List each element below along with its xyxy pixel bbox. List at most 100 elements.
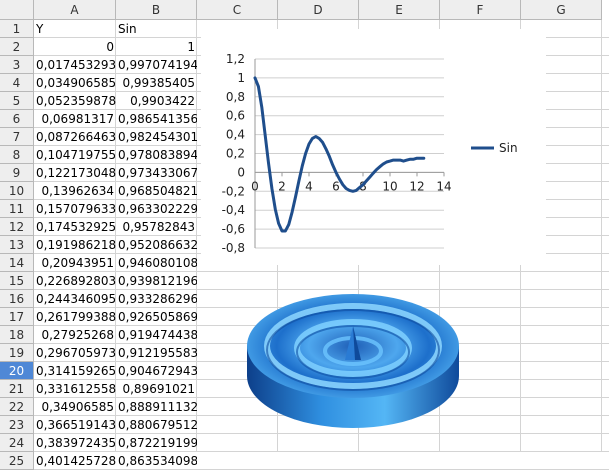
cell-a4[interactable]: 0,034906585 bbox=[34, 74, 116, 92]
y-tick-label: -0,4 bbox=[222, 203, 245, 217]
cell-a20[interactable]: 0,314159265 bbox=[34, 362, 116, 380]
column-header-e[interactable]: E bbox=[359, 0, 440, 20]
column-header-b[interactable]: B bbox=[116, 0, 197, 20]
cell-b8[interactable]: 0,978083894 bbox=[116, 146, 197, 164]
cell-a3[interactable]: 0,017453293 bbox=[34, 56, 116, 74]
row-header-10[interactable]: 10 bbox=[0, 182, 34, 200]
cell-a21[interactable]: 0,331612558 bbox=[34, 380, 116, 398]
cell-b10[interactable]: 0,968504821 bbox=[116, 182, 197, 200]
row-header-21[interactable]: 21 bbox=[0, 380, 34, 398]
cell-a1[interactable]: Y bbox=[34, 20, 116, 38]
cell-a7[interactable]: 0,087266463 bbox=[34, 128, 116, 146]
cell-b4[interactable]: 0,99385405 bbox=[116, 74, 197, 92]
cell-a10[interactable]: 0,13962634 bbox=[34, 182, 116, 200]
select-all-corner[interactable] bbox=[0, 0, 34, 20]
row-header-13[interactable]: 13 bbox=[0, 236, 34, 254]
cell-b12[interactable]: 0,95782843 bbox=[116, 218, 197, 236]
y-tick-label: 0 bbox=[237, 165, 245, 179]
row-header-9[interactable]: 9 bbox=[0, 164, 34, 182]
cell-b5[interactable]: 0,9903422 bbox=[116, 92, 197, 110]
column-header-a[interactable]: A bbox=[34, 0, 116, 20]
y-tick-label: 1,2 bbox=[226, 52, 245, 66]
cell-b17[interactable]: 0,926505869 bbox=[116, 308, 197, 326]
cell-b9[interactable]: 0,973433067 bbox=[116, 164, 197, 182]
y-tick-label: 0,6 bbox=[226, 109, 245, 123]
cell-a6[interactable]: 0,06981317 bbox=[34, 110, 116, 128]
row-header-5[interactable]: 5 bbox=[0, 92, 34, 110]
cell-a18[interactable]: 0,27925268 bbox=[34, 326, 116, 344]
cell-a13[interactable]: 0,191986218 bbox=[34, 236, 116, 254]
x-tick-label: 10 bbox=[382, 179, 397, 193]
y-tick-label: -0,6 bbox=[222, 222, 245, 236]
cell-b6[interactable]: 0,986541356 bbox=[116, 110, 197, 128]
surface-image[interactable] bbox=[243, 284, 463, 434]
cell-a15[interactable]: 0,226892803 bbox=[34, 272, 116, 290]
cell-a9[interactable]: 0,122173048 bbox=[34, 164, 116, 182]
column-header-g[interactable]: G bbox=[521, 0, 602, 20]
row-header-19[interactable]: 19 bbox=[0, 344, 34, 362]
y-tick-label: -0,2 bbox=[222, 184, 245, 198]
row-header-8[interactable]: 8 bbox=[0, 146, 34, 164]
row-header-2[interactable]: 2 bbox=[0, 38, 34, 56]
cell-a5[interactable]: 0,052359878 bbox=[34, 92, 116, 110]
cell-a12[interactable]: 0,174532925 bbox=[34, 218, 116, 236]
cell-b15[interactable]: 0,939812196 bbox=[116, 272, 197, 290]
row-header-11[interactable]: 11 bbox=[0, 200, 34, 218]
cell-b25[interactable]: 0,863534098 bbox=[116, 452, 197, 470]
x-tick-label: 14 bbox=[436, 179, 451, 193]
cell-a2[interactable]: 0 bbox=[34, 38, 116, 56]
cell-b16[interactable]: 0,933286296 bbox=[116, 290, 197, 308]
cell-b3[interactable]: 0,997074194 bbox=[116, 56, 197, 74]
row-header-3[interactable]: 3 bbox=[0, 56, 34, 74]
cell-b2[interactable]: 1 bbox=[116, 38, 197, 56]
y-tick-label: 0,2 bbox=[226, 147, 245, 161]
row-header-6[interactable]: 6 bbox=[0, 110, 34, 128]
cell-b23[interactable]: 0,880679512 bbox=[116, 416, 197, 434]
column-header-c[interactable]: C bbox=[197, 0, 278, 20]
y-tick-label: 1 bbox=[237, 71, 245, 85]
cell-a14[interactable]: 0,20943951 bbox=[34, 254, 116, 272]
cell-b13[interactable]: 0,952086632 bbox=[116, 236, 197, 254]
cell-a23[interactable]: 0,366519143 bbox=[34, 416, 116, 434]
cell-a8[interactable]: 0,104719755 bbox=[34, 146, 116, 164]
cell-b19[interactable]: 0,912195583 bbox=[116, 344, 197, 362]
row-header-17[interactable]: 17 bbox=[0, 308, 34, 326]
cell-b18[interactable]: 0,919474438 bbox=[116, 326, 197, 344]
cell-b14[interactable]: 0,946080108 bbox=[116, 254, 197, 272]
series-line-sin bbox=[253, 76, 426, 233]
cell-b7[interactable]: 0,982454301 bbox=[116, 128, 197, 146]
row-header-18[interactable]: 18 bbox=[0, 326, 34, 344]
cell-a17[interactable]: 0,261799388 bbox=[34, 308, 116, 326]
column-header-f[interactable]: F bbox=[440, 0, 521, 20]
cell-b21[interactable]: 0,89691021 bbox=[116, 380, 197, 398]
column-header-d[interactable]: D bbox=[278, 0, 359, 20]
cell-a22[interactable]: 0,34906585 bbox=[34, 398, 116, 416]
x-tick-label: 4 bbox=[305, 179, 313, 193]
row-header-25[interactable]: 25 bbox=[0, 452, 34, 470]
row-header-15[interactable]: 15 bbox=[0, 272, 34, 290]
row-header-16[interactable]: 16 bbox=[0, 290, 34, 308]
cell-a24[interactable]: 0,383972435 bbox=[34, 434, 116, 452]
row-header-7[interactable]: 7 bbox=[0, 128, 34, 146]
cell-a25[interactable]: 0,401425728 bbox=[34, 452, 116, 470]
cell-b11[interactable]: 0,963302229 bbox=[116, 200, 197, 218]
x-tick-label: 12 bbox=[409, 179, 424, 193]
row-header-12[interactable]: 12 bbox=[0, 218, 34, 236]
row-header-14[interactable]: 14 bbox=[0, 254, 34, 272]
cell-b22[interactable]: 0,888911132 bbox=[116, 398, 197, 416]
cell-a11[interactable]: 0,157079633 bbox=[34, 200, 116, 218]
y-tick-label: -0,8 bbox=[222, 241, 245, 255]
cell-b1[interactable]: Sin bbox=[116, 20, 197, 38]
cell-b20[interactable]: 0,904672943 bbox=[116, 362, 197, 380]
row-header-4[interactable]: 4 bbox=[0, 74, 34, 92]
sin-line-chart[interactable]: 1,210,80,60,40,20-0,2-0,4-0,6-0,80 2 4 6 8 10… bbox=[201, 29, 546, 265]
cell-b24[interactable]: 0,872219199 bbox=[116, 434, 197, 452]
y-tick-label: 0,8 bbox=[226, 90, 245, 104]
row-header-24[interactable]: 24 bbox=[0, 434, 34, 452]
row-header-1[interactable]: 1 bbox=[0, 20, 34, 38]
row-header-23[interactable]: 23 bbox=[0, 416, 34, 434]
row-header-20[interactable]: 20 bbox=[0, 362, 34, 380]
cell-a16[interactable]: 0,244346095 bbox=[34, 290, 116, 308]
cell-a19[interactable]: 0,296705973 bbox=[34, 344, 116, 362]
row-header-22[interactable]: 22 bbox=[0, 398, 34, 416]
